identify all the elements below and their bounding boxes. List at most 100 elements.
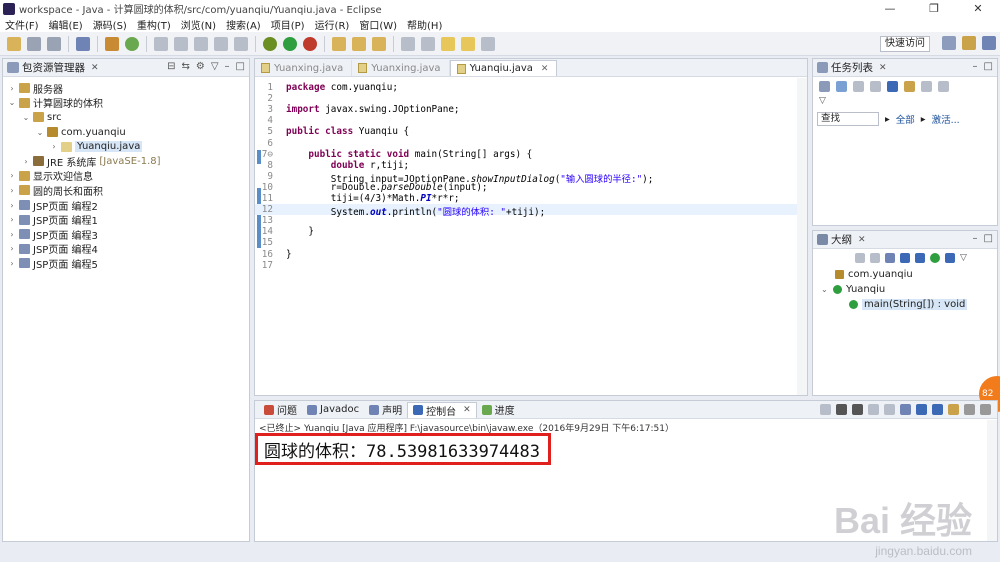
hide-local-types-icon[interactable] [915,253,925,263]
tree-item[interactable]: ⌄ 计算圆球的体积 [3,96,249,110]
maximize-view-icon[interactable]: □ [984,233,993,244]
filter-icon[interactable]: ⚙ [196,61,205,72]
maximize-view-icon[interactable] [980,404,991,415]
save-icon[interactable] [27,36,41,51]
scroll-lock-icon[interactable] [868,404,879,415]
new-java-project-icon[interactable] [332,36,346,51]
menu-item[interactable]: 重构(T) [132,17,176,32]
public-filter-icon[interactable] [930,253,940,263]
java-ee-perspective-icon[interactable] [962,36,976,50]
expand-arrow-icon[interactable]: › [21,157,31,166]
bottom-tab[interactable]: 问题 [259,402,302,418]
menu-item[interactable]: 窗口(W) [354,17,402,32]
outline-item[interactable]: main(String[]) : void [813,297,997,312]
forward-icon[interactable] [481,36,495,51]
link-icon[interactable] [174,36,188,51]
focus-icon[interactable] [870,81,881,92]
expand-arrow-icon[interactable]: ⌄ [7,98,17,107]
tree-item[interactable]: › 显示欢迎信息 [3,169,249,183]
tree-item[interactable]: › JSP页面 编程3 [3,227,249,242]
menu-item[interactable]: 文件(F) [0,17,44,32]
outline-item[interactable]: com.yuanqiu [813,267,997,282]
back-icon[interactable] [461,36,475,51]
view-menu-icon[interactable]: ▽ [211,61,219,72]
next-annotation-icon[interactable] [441,36,455,51]
outline-item[interactable]: ⌄ Yuanqiu [813,282,997,297]
expand-arrow-icon[interactable]: › [7,84,17,93]
minimize-view-icon[interactable] [964,404,975,415]
open-perspective-icon[interactable] [942,36,956,50]
bottom-tab[interactable]: 声明 [364,402,407,418]
bottom-tab[interactable]: Javadoc [302,402,364,418]
close-button[interactable]: ✕ [956,0,1000,17]
minimize-button[interactable]: — [868,0,912,17]
bottom-tab[interactable]: 进度 [477,402,520,418]
new-class-icon[interactable] [372,36,386,51]
sort-icon[interactable] [855,253,865,263]
expand-icon[interactable] [938,81,949,92]
editor-tab[interactable]: Yuanqiu.java ✕ [449,60,558,76]
task-find-input[interactable]: 查找 [817,112,879,126]
maximize-view-icon[interactable]: □ [984,61,993,72]
minimize-view-icon[interactable]: – [973,233,978,244]
new-console-icon[interactable] [948,404,959,415]
pin-icon[interactable] [154,36,168,51]
hide-nonpublic-icon[interactable] [900,253,910,263]
save-all-icon[interactable] [47,36,61,51]
menu-item[interactable]: 浏览(N) [176,17,221,32]
menu-item[interactable]: 项目(P) [266,17,310,32]
search-icon[interactable] [421,36,435,51]
skip-breakpoints-icon[interactable] [76,36,90,51]
pin-console-icon[interactable] [916,404,927,415]
expand-arrow-icon[interactable]: › [49,142,59,151]
refresh-icon[interactable] [125,36,139,51]
tree-item[interactable]: › 圆的周长和面积 [3,183,249,198]
editor-tab[interactable]: Yuanxing.java [255,60,353,76]
find-arrow-icon[interactable]: ▸ [885,114,890,125]
tree-item[interactable]: › JSP页面 编程2 [3,198,249,213]
expand-arrow-icon[interactable]: › [7,201,17,210]
close-view-icon[interactable]: ✕ [879,63,887,73]
hide-static-icon[interactable] [885,253,895,263]
link-outline-icon[interactable] [945,253,955,263]
hide-fields-icon[interactable] [870,253,880,263]
task-menu-icon[interactable]: ▽ [813,96,997,106]
synchronize-icon[interactable] [904,81,915,92]
activate-link[interactable]: 激活... [932,112,960,126]
debug-icon[interactable] [263,36,277,51]
display-console-icon[interactable] [932,404,943,415]
expand-arrow-icon[interactable]: › [7,215,17,224]
java-perspective-icon[interactable] [982,36,996,50]
collapse-icon[interactable] [921,81,932,92]
editor-vertical-scrollbar[interactable] [797,78,807,395]
tree-item[interactable]: › JSP页面 编程1 [3,212,249,227]
outline-menu-icon[interactable]: ▽ [960,253,967,263]
expand-arrow-icon[interactable]: ⌄ [21,113,31,122]
new-icon[interactable] [7,36,21,51]
format-icon[interactable] [214,36,228,51]
console-vertical-scrollbar[interactable] [987,420,997,541]
link-editor-icon[interactable]: ⇆ [181,61,189,72]
bottom-tab[interactable]: 控制台 ✕ [407,401,477,418]
close-view-icon[interactable]: ✕ [858,235,866,245]
new-task-icon[interactable] [819,81,830,92]
all-link[interactable]: 全部 [896,112,915,126]
expand-arrow-icon[interactable]: ⌄ [821,285,833,294]
open-type-icon[interactable] [401,36,415,51]
close-tab-icon[interactable]: ✕ [541,64,549,74]
categorized-icon[interactable] [836,81,847,92]
expand-arrow-icon[interactable]: › [7,230,17,239]
package-explorer-title[interactable]: 包资源管理器 [22,60,85,75]
tool-icon[interactable] [194,36,208,51]
word-wrap-icon[interactable] [884,404,895,415]
tree-item[interactable]: › JSP页面 编程5 [3,256,249,271]
menu-item[interactable]: 运行(R) [310,17,355,32]
show-console-icon[interactable] [900,404,911,415]
tree-item[interactable]: › JRE 系统库 [JavaSE-1.8] [3,154,249,169]
minimize-view-icon[interactable]: – [225,61,230,72]
outline-title[interactable]: 大纲 [831,232,852,247]
remove-launch-icon[interactable] [836,404,847,415]
menu-item[interactable]: 编辑(E) [44,17,88,32]
expand-arrow-icon[interactable]: › [7,186,17,195]
wrench-icon[interactable] [234,36,248,51]
